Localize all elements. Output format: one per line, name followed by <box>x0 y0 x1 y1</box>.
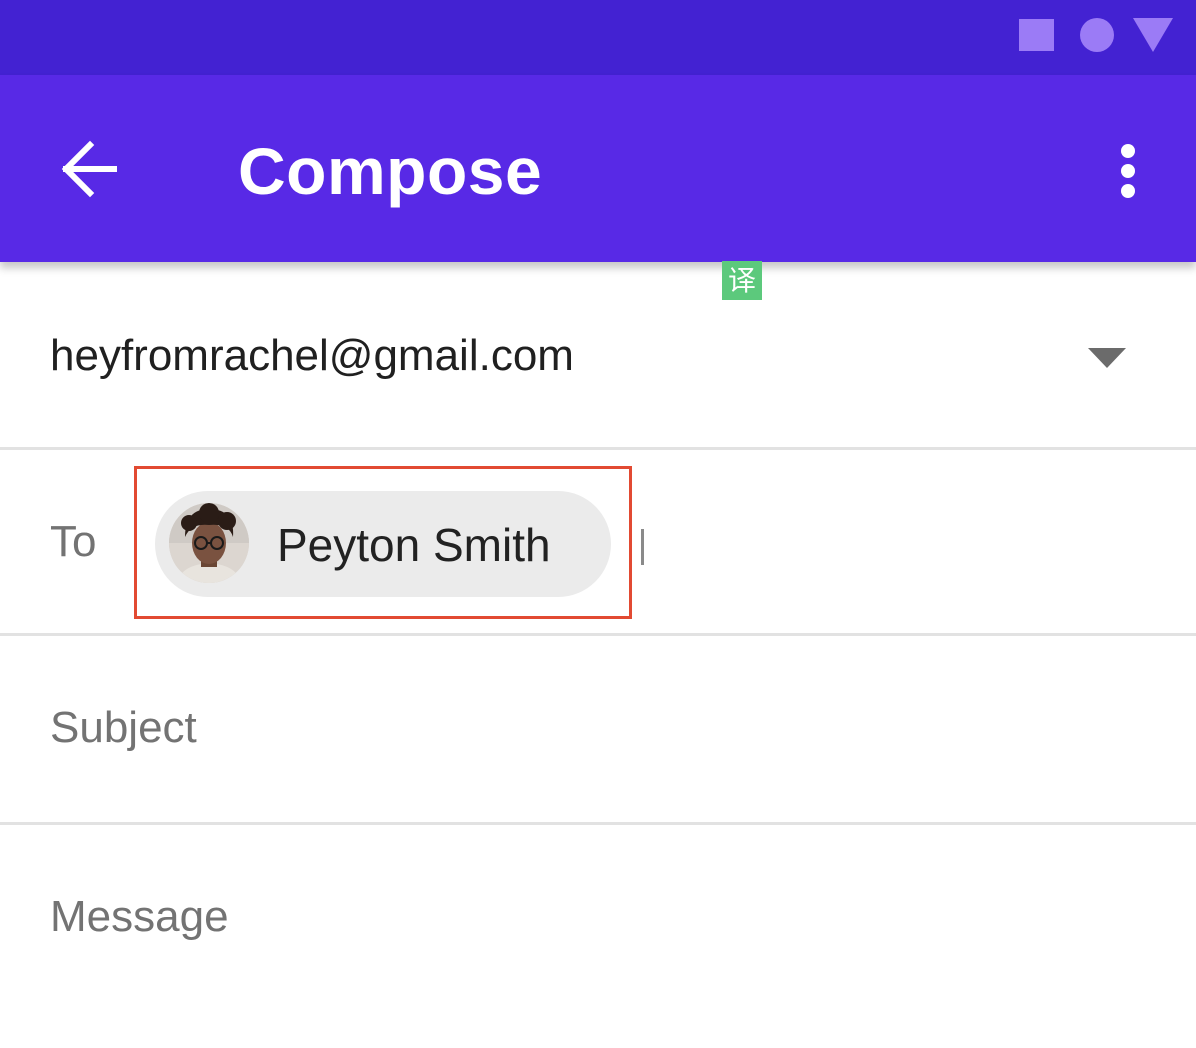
translate-badge[interactable]: 译 <box>722 261 762 300</box>
to-input[interactable] <box>650 511 1150 581</box>
back-triangle-icon <box>1133 18 1173 52</box>
status-bar <box>0 0 1196 75</box>
arrow-back-icon <box>61 140 117 198</box>
overflow-menu-button[interactable] <box>1098 133 1158 209</box>
subject-placeholder: Subject <box>50 703 197 752</box>
recipient-name: Peyton Smith <box>277 519 551 571</box>
person-avatar <box>169 503 249 583</box>
to-field-row: To Peyton Smith <box>0 451 1196 633</box>
more-vert-icon <box>1121 144 1135 198</box>
divider <box>0 447 1196 450</box>
subject-input[interactable]: Subject <box>0 636 1196 822</box>
recipient-chip[interactable]: Peyton Smith <box>155 491 611 597</box>
from-email: heyfromrachel@gmail.com <box>50 331 574 380</box>
from-account-selector[interactable]: heyfromrachel@gmail.com <box>0 262 1196 448</box>
page-title: Compose <box>238 134 543 208</box>
message-placeholder: Message <box>50 892 229 941</box>
home-circle-icon <box>1080 18 1114 52</box>
stop-square-icon <box>1019 19 1054 51</box>
arrow-drop-down-icon[interactable] <box>1088 348 1126 370</box>
app-bar: Compose <box>0 75 1196 262</box>
text-cursor <box>641 529 644 565</box>
message-input[interactable]: Message <box>0 825 1196 1048</box>
to-label: To <box>50 517 97 566</box>
compose-screen: Compose 译 heyfromrachel@gmail.com To Pey… <box>0 0 1196 1048</box>
back-button[interactable] <box>48 127 132 211</box>
